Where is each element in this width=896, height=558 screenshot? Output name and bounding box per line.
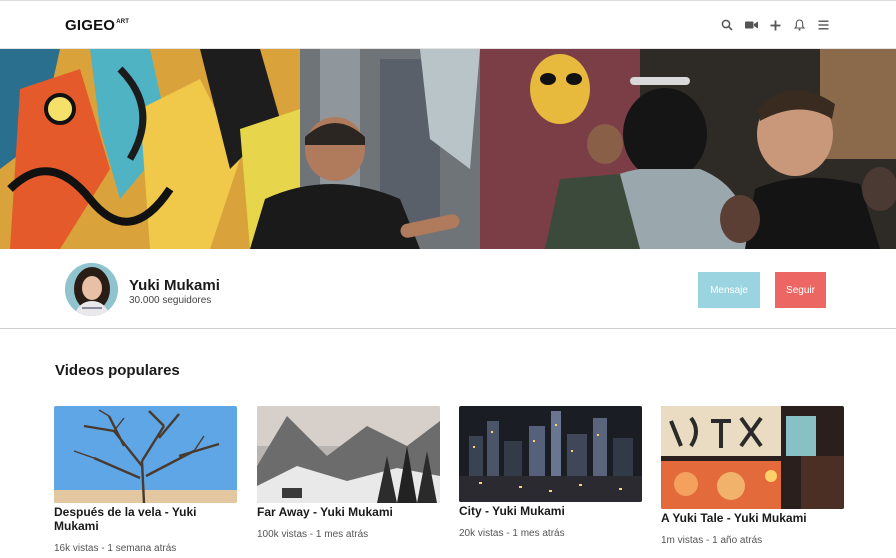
video-thumbnail[interactable] bbox=[257, 406, 440, 503]
video-meta: 1m vistas - 1 año atrás bbox=[661, 535, 763, 546]
menu-icon[interactable] bbox=[816, 17, 830, 33]
bell-icon[interactable] bbox=[792, 17, 806, 33]
brand-name: GIGEO bbox=[65, 17, 116, 34]
video-card[interactable]: A Yuki Tale - Yuki Mukami 1m vistas - 1 … bbox=[661, 406, 844, 546]
brand-logo[interactable]: GIGEO ART bbox=[65, 17, 129, 34]
section-title: Videos populares bbox=[55, 362, 180, 379]
profile-bar: Yuki Mukami 30.000 seguidores Mensaje Se… bbox=[0, 249, 896, 329]
message-button[interactable]: Mensaje bbox=[698, 272, 760, 308]
video-thumbnail[interactable] bbox=[54, 406, 237, 503]
video-title[interactable]: City - Yuki Mukami bbox=[459, 504, 642, 518]
video-camera-icon[interactable] bbox=[744, 17, 758, 33]
follow-button[interactable]: Seguir bbox=[775, 272, 826, 308]
cover-image bbox=[0, 49, 896, 249]
video-thumbnail[interactable] bbox=[459, 406, 642, 502]
video-title[interactable]: Far Away - Yuki Mukami bbox=[257, 505, 440, 519]
video-meta: 100k vistas - 1 mes atrás bbox=[257, 529, 369, 540]
header-actions bbox=[720, 17, 830, 33]
video-meta: 16k vistas - 1 semana atrás bbox=[54, 543, 177, 554]
top-navigation-bar: GIGEO ART bbox=[0, 0, 896, 49]
video-title[interactable]: A Yuki Tale - Yuki Mukami bbox=[661, 511, 844, 525]
video-title[interactable]: Después de la vela - Yuki Mukami bbox=[54, 505, 237, 533]
avatar[interactable] bbox=[65, 263, 118, 316]
video-meta: 20k vistas - 1 mes atrás bbox=[459, 528, 565, 539]
video-card[interactable]: Después de la vela - Yuki Mukami 16k vis… bbox=[54, 406, 237, 554]
video-card[interactable]: City - Yuki Mukami 20k vistas - 1 mes at… bbox=[459, 406, 642, 539]
search-icon[interactable] bbox=[720, 17, 734, 33]
profile-name: Yuki Mukami bbox=[129, 277, 220, 294]
follower-count: 30.000 seguidores bbox=[129, 295, 212, 306]
video-card[interactable]: Far Away - Yuki Mukami 100k vistas - 1 m… bbox=[257, 406, 440, 540]
brand-sup: ART bbox=[116, 19, 130, 25]
plus-icon[interactable] bbox=[768, 17, 782, 33]
video-thumbnail[interactable] bbox=[661, 406, 844, 509]
